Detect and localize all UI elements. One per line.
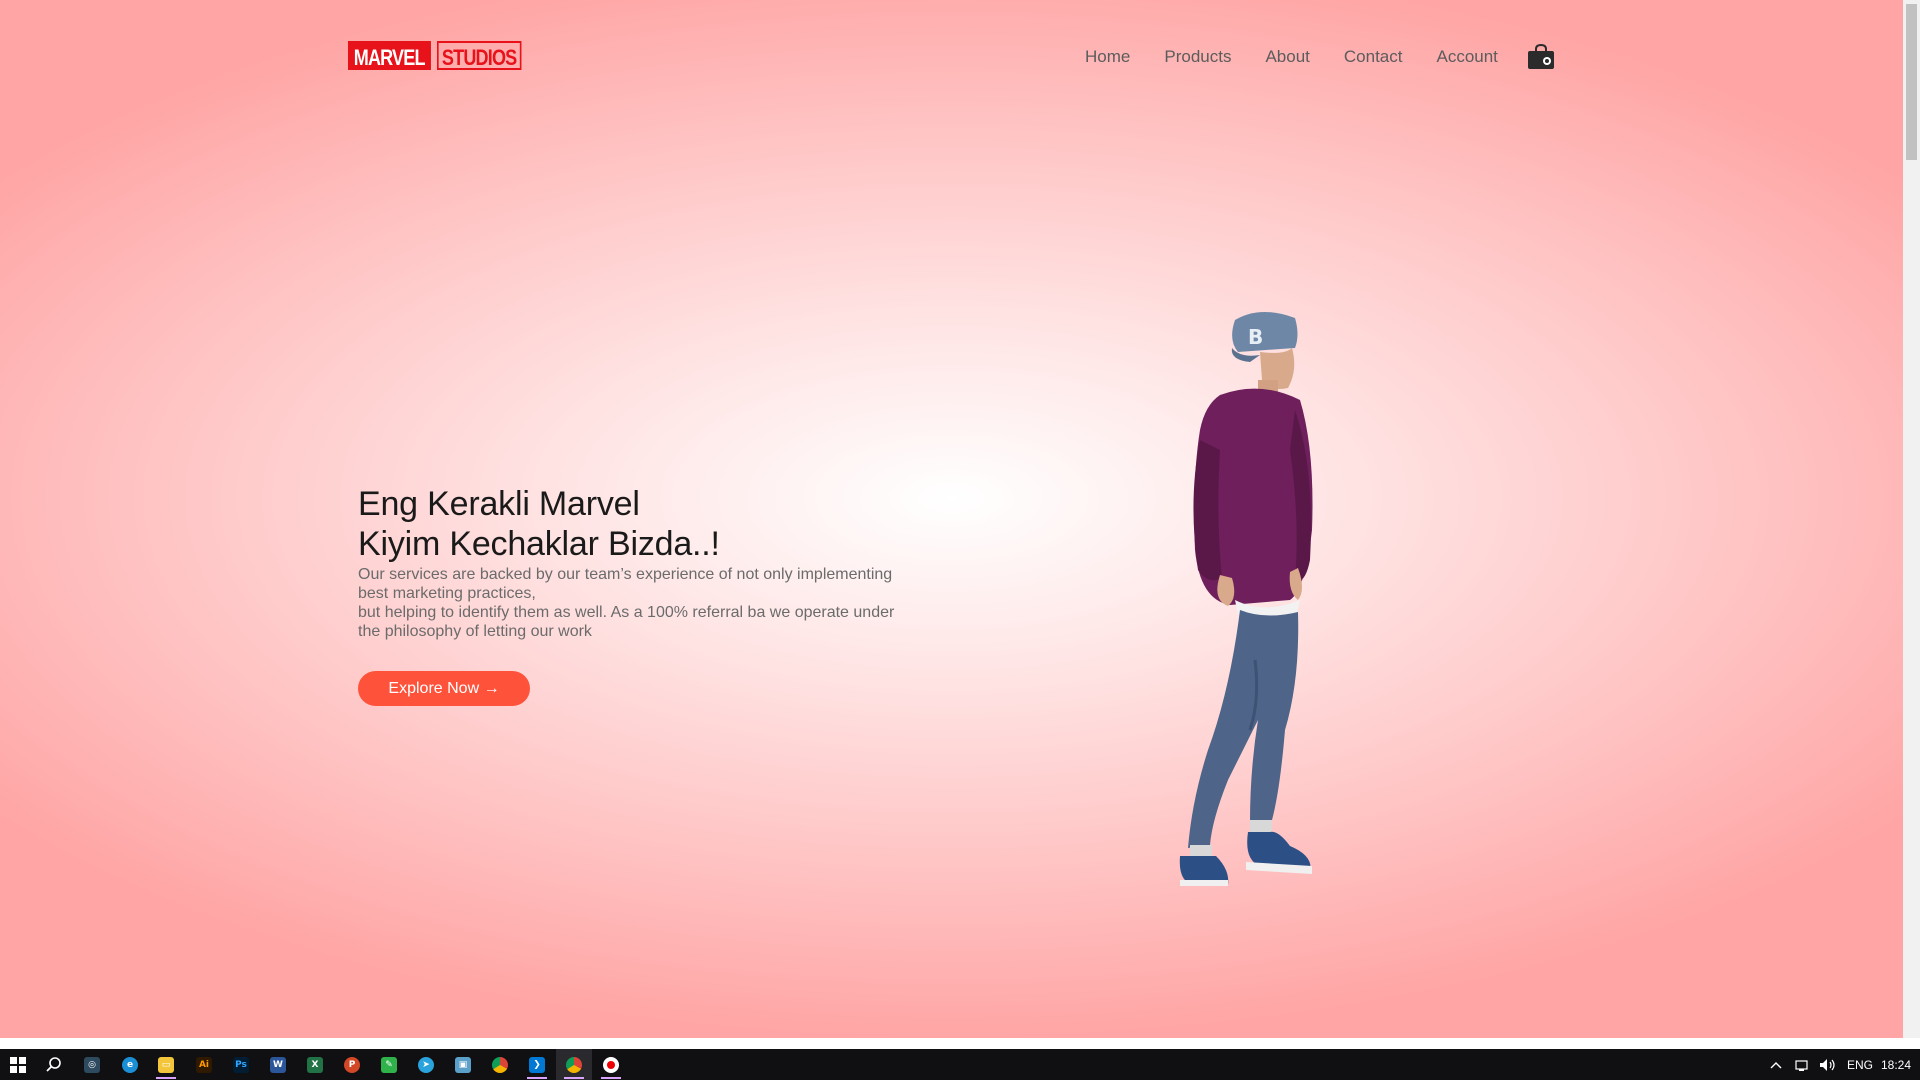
windows-start-icon[interactable] [0, 1049, 36, 1080]
word-icon[interactable]: W [260, 1049, 296, 1080]
chrome-active-icon[interactable] [556, 1049, 592, 1080]
vscode-icon[interactable]: ❯ [519, 1049, 555, 1080]
hero-title: Eng Kerakli Marvel Kiyim Kechaklar Bizda… [358, 484, 958, 564]
main-navigation: Home Products About Contact Account [1085, 46, 1532, 68]
svg-text:B: B [1248, 325, 1263, 349]
file-explorer-icon[interactable]: ▭ [148, 1049, 184, 1080]
network-icon[interactable] [1795, 1049, 1811, 1080]
viewport-bottom-strip [0, 1038, 1920, 1049]
hero-title-line2: Kiyim Kechaklar Bizda..! [358, 525, 720, 563]
search-icon[interactable] [36, 1049, 72, 1080]
edge-icon[interactable]: e [112, 1049, 148, 1080]
shopping-bag-icon[interactable] [1527, 44, 1555, 70]
nav-products[interactable]: Products [1164, 46, 1231, 68]
marvel-studios-logo[interactable]: MARVEL STUDIOS [348, 41, 539, 70]
tray-chevron-icon[interactable] [1770, 1049, 1782, 1080]
volume-icon[interactable] [1819, 1049, 1837, 1080]
hero-desc-line1: Our services are backed by our team’s ex… [358, 566, 893, 602]
chrome-icon[interactable] [482, 1049, 518, 1080]
clock-time[interactable]: 18:24 [1881, 1049, 1911, 1080]
nav-home[interactable]: Home [1085, 46, 1130, 68]
nav-contact[interactable]: Contact [1344, 46, 1403, 68]
powerpoint-icon[interactable]: P [334, 1049, 370, 1080]
explore-now-button[interactable]: Explore Now → [358, 671, 530, 706]
excel-icon[interactable]: X [297, 1049, 333, 1080]
recorder-icon[interactable] [593, 1049, 629, 1080]
hero-title-line1: Eng Kerakli Marvel [358, 485, 640, 523]
hero-person-image: B [1179, 311, 1313, 886]
language-indicator[interactable]: ENG [1847, 1049, 1873, 1080]
telegram-icon[interactable]: ➤ [408, 1049, 444, 1080]
photoshop-icon[interactable]: Ps [223, 1049, 259, 1080]
illustrator-icon[interactable]: Ai [186, 1049, 222, 1080]
windows-taskbar: ◎ e ▭ Ai Ps W X P ✎ ➤ ▣ ❯ ENG 18:24 [0, 1049, 1920, 1080]
hero-desc-line2: but helping to identify them as well. As… [358, 604, 895, 640]
scrollbar-thumb[interactable] [1906, 4, 1917, 160]
page-scrollbar[interactable] [1903, 0, 1920, 1038]
android-app-icon[interactable]: ✎ [371, 1049, 407, 1080]
logo-marvel-text: MARVEL [348, 41, 431, 70]
davinci-icon[interactable]: ◎ [74, 1049, 110, 1080]
nav-about[interactable]: About [1265, 46, 1309, 68]
nav-account[interactable]: Account [1436, 46, 1497, 68]
app-icon[interactable]: ▣ [445, 1049, 481, 1080]
logo-studios-text: STUDIOS [436, 41, 521, 70]
browser-viewport: MARVEL STUDIOS Home Products About Conta… [0, 0, 1903, 1038]
hero-description: Our services are backed by our team’s ex… [358, 565, 918, 641]
